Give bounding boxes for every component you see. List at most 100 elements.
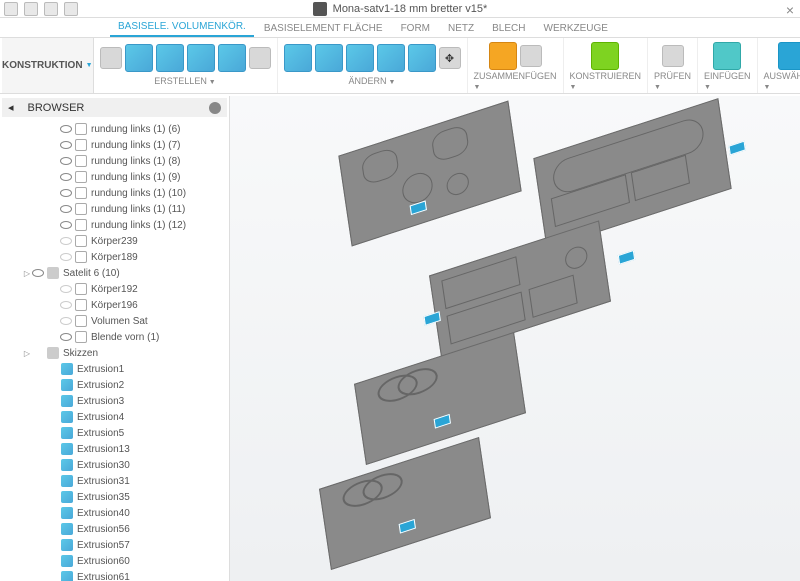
fold-icon (47, 347, 59, 359)
tab-form[interactable]: FORM (393, 20, 438, 37)
konstruktion-dropdown[interactable]: KONSTRUKTION (2, 38, 94, 93)
node-extrusion[interactable]: Extrusion4 (2, 409, 227, 425)
node-rundung[interactable]: rundung links (1) (12) (2, 217, 227, 233)
visibility-icon[interactable] (60, 251, 72, 263)
node-koerper[interactable]: Volumen Sat (2, 313, 227, 329)
joint-icon[interactable] (489, 42, 517, 70)
ext-icon (61, 459, 73, 471)
erstellen-label[interactable]: ERSTELLEN (154, 76, 215, 86)
qat-file-icon[interactable] (4, 2, 18, 16)
node-blende[interactable]: Blende vorn (1) (2, 329, 227, 345)
chamfer-icon[interactable] (346, 44, 374, 72)
origin-badge[interactable] (434, 414, 451, 429)
origin-badge[interactable] (399, 519, 416, 534)
konstruieren-label[interactable]: KONSTRUIEREN (570, 71, 642, 91)
extrude-icon[interactable] (125, 44, 153, 72)
node-koerper[interactable]: Körper189 (2, 249, 227, 265)
node-label: Satelit 6 (10) (63, 268, 120, 279)
expand-icon[interactable]: ▷ (22, 349, 32, 358)
plane-icon[interactable] (591, 42, 619, 70)
visibility-icon[interactable] (60, 331, 72, 343)
node-extrusion[interactable]: Extrusion61 (2, 569, 227, 581)
node-koerper[interactable]: Körper192 (2, 281, 227, 297)
visibility-icon[interactable] (60, 203, 72, 215)
presspull-icon[interactable] (284, 44, 312, 72)
node-rundung[interactable]: rundung links (1) (11) (2, 201, 227, 217)
visibility-icon[interactable] (60, 283, 72, 295)
node-rundung[interactable]: rundung links (1) (10) (2, 185, 227, 201)
visibility-icon[interactable] (60, 171, 72, 183)
node-extrusion[interactable]: Extrusion56 (2, 521, 227, 537)
node-rundung[interactable]: rundung links (1) (7) (2, 137, 227, 153)
node-extrusion[interactable]: Extrusion40 (2, 505, 227, 521)
node-rundung[interactable]: rundung links (1) (9) (2, 169, 227, 185)
visibility-icon[interactable] (60, 139, 72, 151)
origin-badge[interactable] (618, 250, 635, 265)
node-extrusion[interactable]: Extrusion35 (2, 489, 227, 505)
visibility-icon[interactable] (60, 235, 72, 247)
tab-volumenkoerper[interactable]: BASISELE. VOLUMENKÖR. (110, 18, 254, 37)
qat-save-icon[interactable] (24, 2, 38, 16)
node-rundung[interactable]: rundung links (1) (8) (2, 153, 227, 169)
select-icon[interactable] (778, 42, 800, 70)
qat-undo-icon[interactable] (44, 2, 58, 16)
tab-blech[interactable]: BLECH (484, 20, 533, 37)
node-satelit[interactable]: ▷ Satelit 6 (10) (2, 265, 227, 281)
measure-icon[interactable] (662, 45, 684, 67)
expand-icon[interactable]: ▷ (22, 269, 32, 278)
gear-icon[interactable] (209, 102, 221, 114)
move-icon[interactable]: ✥ (439, 47, 461, 69)
visibility-icon[interactable] (60, 155, 72, 167)
node-extrusion[interactable]: Extrusion60 (2, 553, 227, 569)
visibility-icon[interactable] (60, 315, 72, 327)
qat-redo-icon[interactable] (64, 2, 78, 16)
panel-5[interactable] (319, 437, 491, 570)
node-extrusion[interactable]: Extrusion30 (2, 457, 227, 473)
panel-3[interactable] (429, 220, 611, 356)
node-koerper[interactable]: Körper239 (2, 233, 227, 249)
browser-header[interactable]: ◂ BROWSER (2, 98, 227, 117)
node-extrusion[interactable]: Extrusion3 (2, 393, 227, 409)
box-icon[interactable] (249, 47, 271, 69)
visibility-icon[interactable] (60, 299, 72, 311)
tab-flaeche[interactable]: BASISELEMENT FLÄCHE (256, 20, 391, 37)
shell-icon[interactable] (377, 44, 405, 72)
sketch-icon[interactable] (100, 47, 122, 69)
panel-2[interactable] (533, 98, 731, 249)
tab-werkzeuge[interactable]: WERKZEUGE (536, 20, 616, 37)
pruefen-label[interactable]: PRÜFEN (654, 71, 691, 91)
node-extrusion[interactable]: Extrusion57 (2, 537, 227, 553)
visibility-icon[interactable] (60, 187, 72, 199)
node-label: Körper239 (91, 236, 138, 247)
node-extrusion[interactable]: Extrusion13 (2, 441, 227, 457)
node-rundung[interactable]: rundung links (1) (6) (2, 121, 227, 137)
node-label: rundung links (1) (7) (91, 140, 180, 151)
visibility-icon[interactable] (32, 267, 44, 279)
insert-icon[interactable] (713, 42, 741, 70)
auswaehlen-label[interactable]: AUSWÄHLEN (764, 71, 800, 91)
viewport-3d[interactable] (230, 96, 800, 581)
revolve-icon[interactable] (156, 44, 184, 72)
panel-1[interactable] (338, 101, 521, 247)
einfuegen-label[interactable]: EINFÜGEN (704, 71, 751, 91)
node-extrusion[interactable]: Extrusion1 (2, 361, 227, 377)
origin-badge[interactable] (728, 141, 745, 156)
sweep-icon[interactable] (187, 44, 215, 72)
visibility-icon[interactable] (60, 123, 72, 135)
draft-icon[interactable] (408, 44, 436, 72)
node-skizzen[interactable]: ▷Skizzen (2, 345, 227, 361)
fillet-icon[interactable] (315, 44, 343, 72)
origin-badge[interactable] (424, 311, 441, 326)
node-extrusion[interactable]: Extrusion5 (2, 425, 227, 441)
aendern-label[interactable]: ÄNDERN (349, 76, 396, 86)
zusammen-label[interactable]: ZUSAMMENFÜGEN (474, 71, 557, 91)
node-extrusion[interactable]: Extrusion2 (2, 377, 227, 393)
asbuilt-icon[interactable] (520, 45, 542, 67)
visibility-icon[interactable] (60, 219, 72, 231)
node-extrusion[interactable]: Extrusion31 (2, 473, 227, 489)
tab-netz[interactable]: NETZ (440, 20, 482, 37)
node-koerper[interactable]: Körper196 (2, 297, 227, 313)
close-button[interactable]: × (786, 2, 794, 18)
group-pruefen: PRÜFEN (648, 38, 698, 93)
loft-icon[interactable] (218, 44, 246, 72)
